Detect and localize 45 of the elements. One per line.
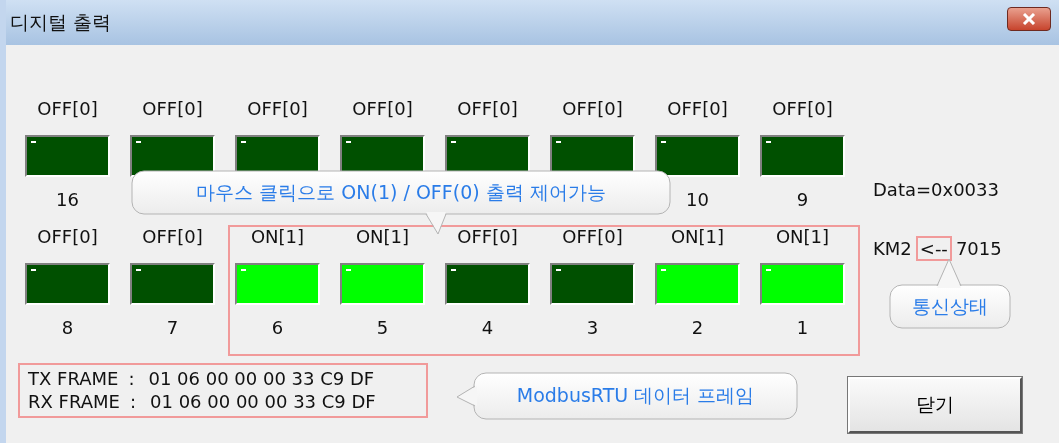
close-button[interactable]: 닫기 [848,377,1022,433]
output-state: ON[1] [775,225,830,249]
output-indicator[interactable] [760,135,845,177]
output-number: 1 [796,316,809,340]
window-title: 디지털 출력 [10,9,112,35]
output-state: OFF[0] [37,225,98,249]
output-number: 16 [56,188,79,212]
device-name: KM2 [873,238,912,259]
frame-label: TX FRAME [28,368,119,389]
close-icon [1021,12,1037,25]
output-number: 4 [481,316,494,340]
output-state: OFF[0] [772,97,833,121]
output-number: 5 [376,316,389,340]
output-number: 3 [586,316,599,340]
output-state: OFF[0] [562,97,623,121]
output-indicator[interactable] [130,263,215,305]
frame-label: RX FRAME [28,391,120,412]
frame-separator: : [128,368,135,389]
output-number: 2 [691,316,704,340]
output-number: 9 [796,188,809,212]
frame-separator: : [129,391,136,412]
output-indicator[interactable] [25,263,110,305]
output-state: OFF[0] [247,97,308,121]
output-number: 6 [271,316,284,340]
output-number: 10 [686,188,709,212]
output-number: 8 [61,316,74,340]
output-state: OFF[0] [352,97,413,121]
output-number: 7 [166,316,179,340]
status-indicator: <-- [915,236,952,261]
output-state: OFF[0] [142,97,203,121]
callout: ModbusRTU 데이터 프레임 [456,372,798,420]
status-value: 7015 [955,238,1002,259]
output-indicator[interactable] [25,135,110,177]
output-indicator[interactable] [550,263,635,305]
output-indicator[interactable] [445,263,530,305]
output-state: OFF[0] [457,97,518,121]
close-button[interactable] [1007,6,1051,31]
output-state: OFF[0] [37,97,98,121]
data-value: Data=0x0033 [873,179,1000,200]
callout: 통신상태 [889,258,1011,330]
output-state: OFF[0] [667,97,728,121]
output-state: ON[1] [670,225,725,249]
output-indicator[interactable] [655,135,740,177]
frame-bytes: 01 06 00 00 00 33 C9 DF [148,368,375,389]
frame-bytes: 01 06 00 00 00 33 C9 DF [150,391,376,412]
